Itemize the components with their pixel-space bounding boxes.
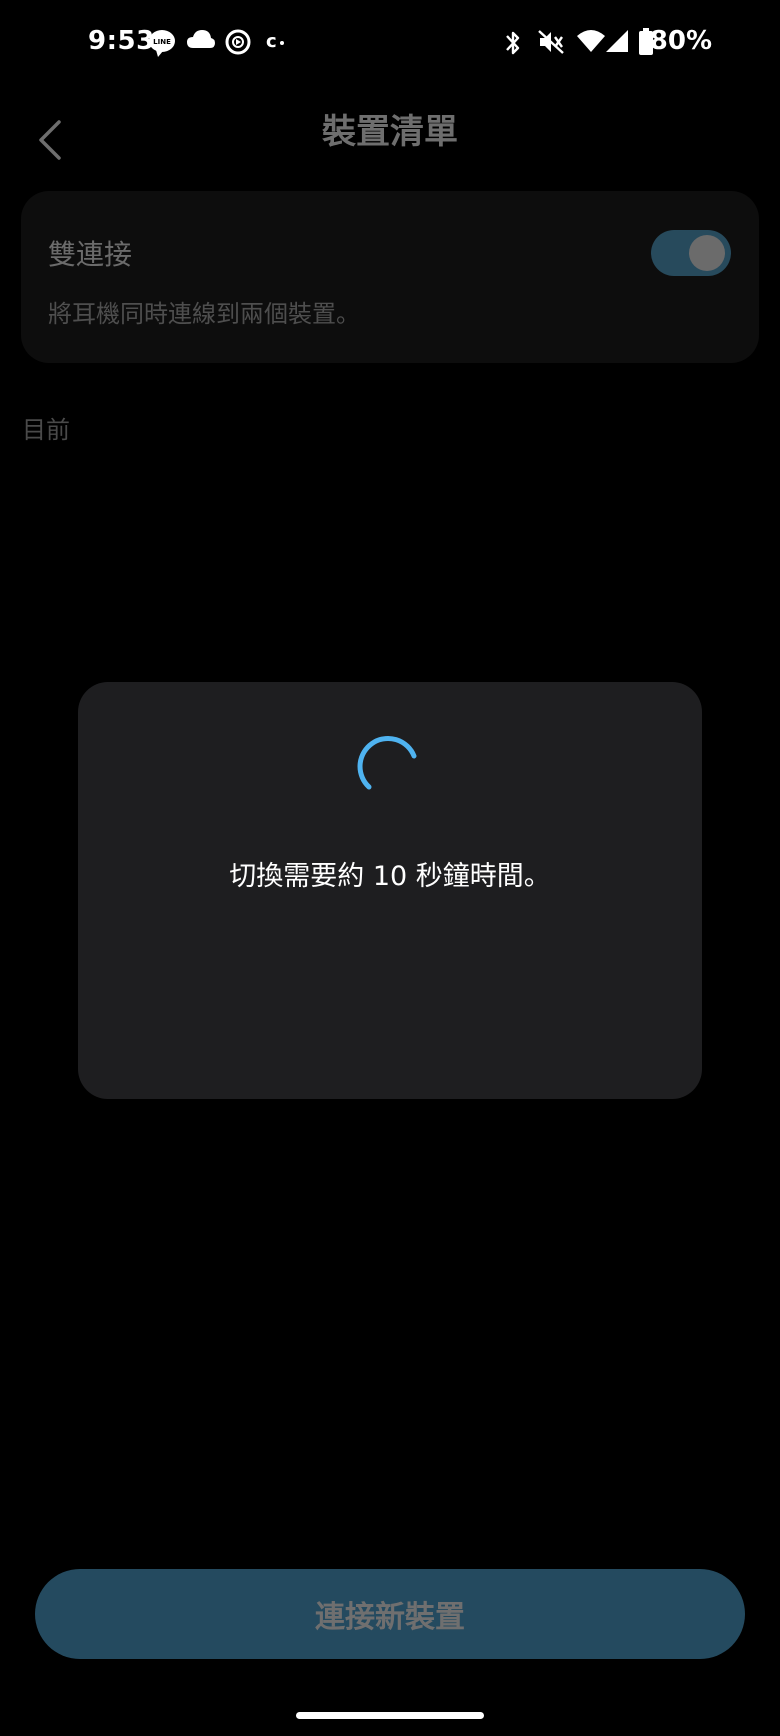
page-title: 裝置清單 (322, 112, 458, 152)
loading-spinner-icon (357, 736, 417, 790)
svg-text:LINE: LINE (153, 38, 171, 46)
toggle-knob (689, 235, 725, 271)
dual-connection-description: 將耳機同時連線到兩個裝置。 (48, 300, 360, 328)
play-circle-icon (225, 29, 251, 55)
switching-dialog: 切換需要約 10 秒鐘時間。 (78, 682, 702, 1099)
screen: 9:53 LINE c 80% 裝置清單 雙連接 將耳機同時連線到兩個裝置。 目… (0, 0, 780, 1736)
bluetooth-icon (506, 31, 520, 55)
line-icon: LINE (149, 30, 175, 57)
c-dot-icon: c (266, 31, 284, 52)
cloud-icon (187, 30, 215, 48)
dual-connection-toggle[interactable] (651, 230, 731, 276)
svg-text:c: c (266, 31, 277, 52)
connect-new-device-button[interactable]: 連接新裝置 (35, 1569, 745, 1659)
dual-connection-title: 雙連接 (48, 238, 133, 271)
home-indicator[interactable] (296, 1712, 484, 1719)
signal-icon (606, 30, 628, 52)
status-time: 9:53 (88, 26, 155, 56)
current-section-label: 目前 (22, 416, 70, 444)
dual-connection-card: 雙連接 將耳機同時連線到兩個裝置。 (21, 191, 759, 363)
status-bar: 9:53 LINE c 80% (0, 0, 780, 90)
battery-level: 80% (649, 26, 712, 56)
app-header: 裝置清單 (0, 90, 780, 190)
dialog-message: 切換需要約 10 秒鐘時間。 (229, 861, 551, 892)
mute-icon (538, 30, 564, 54)
wifi-icon (577, 30, 605, 52)
